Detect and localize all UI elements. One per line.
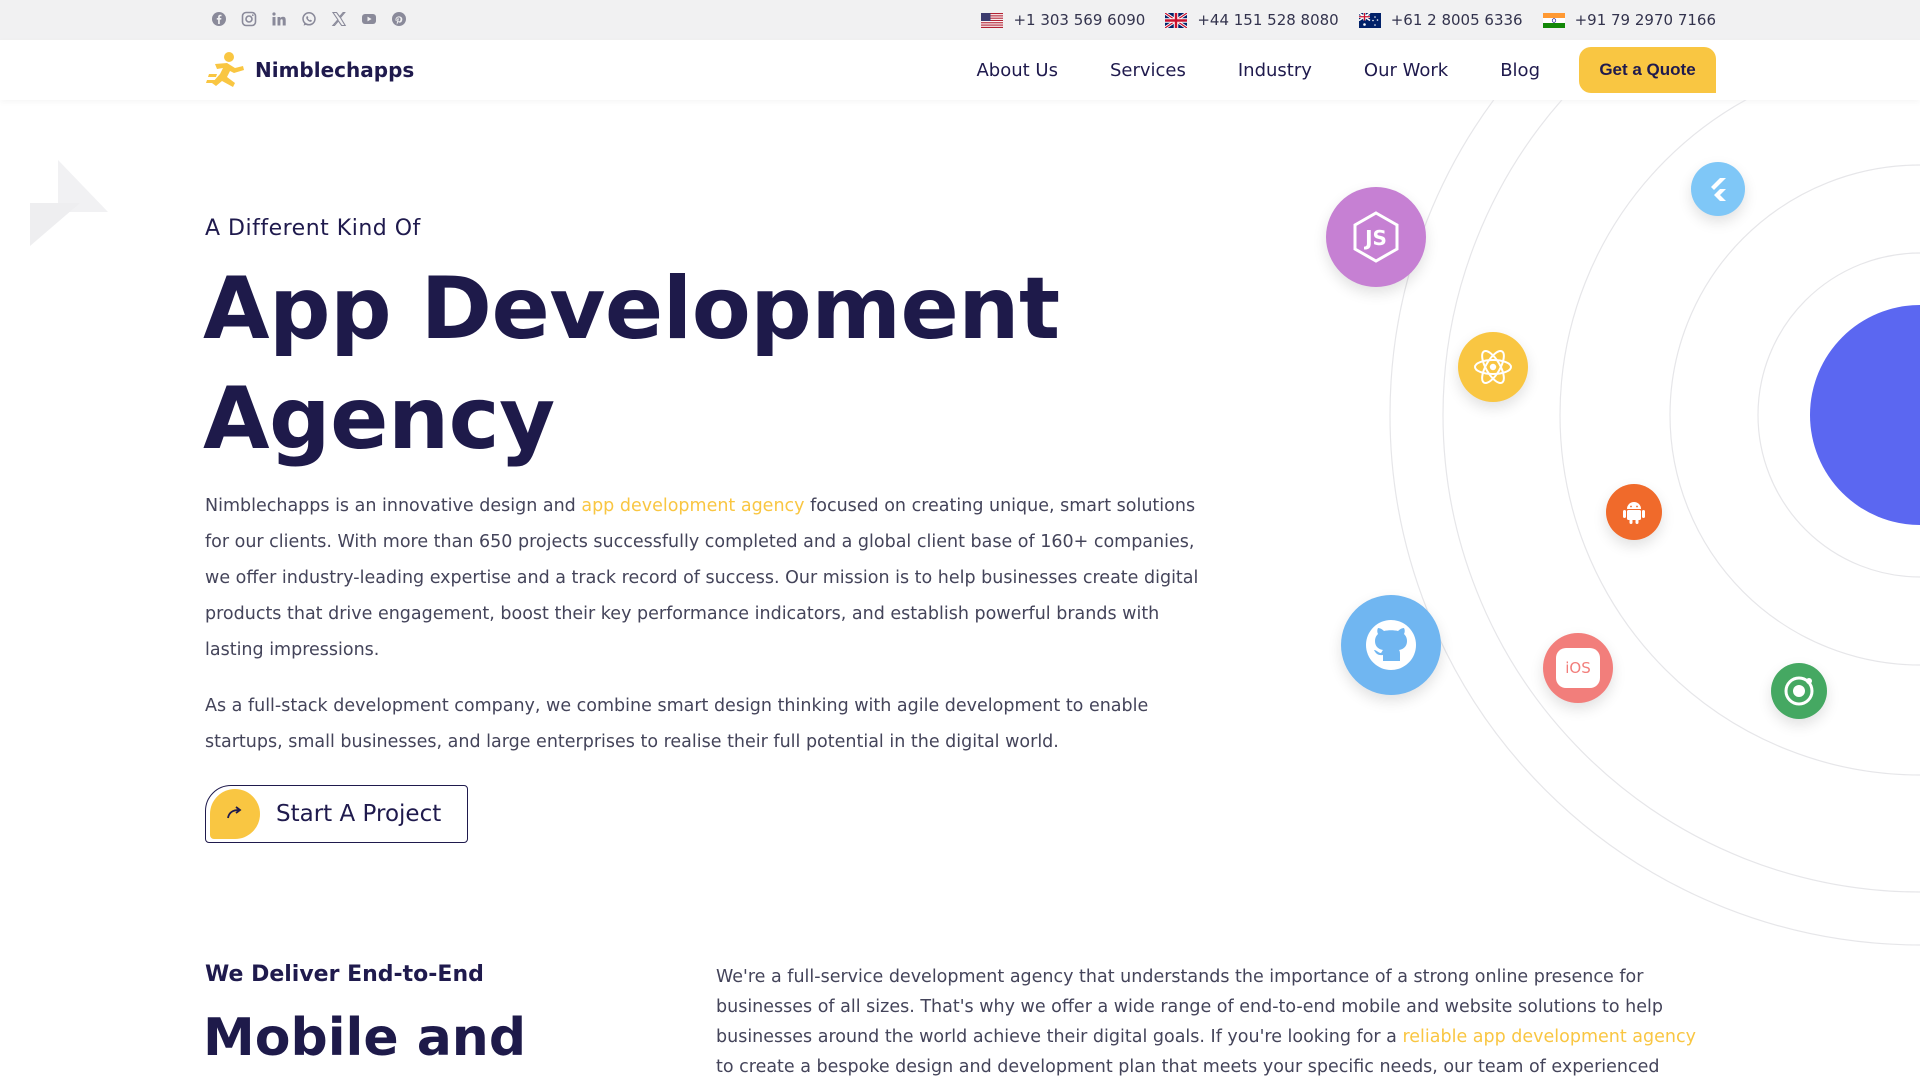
- para-text: to create a bespoke design and developme…: [716, 1057, 1660, 1077]
- flutter-icon: [1691, 162, 1745, 216]
- android-icon: [1606, 484, 1662, 540]
- nav-our-work[interactable]: Our Work: [1364, 60, 1448, 81]
- phone-us[interactable]: +1 303 569 6090: [981, 11, 1145, 29]
- para-text: Nimblechapps is an innovative design and: [205, 496, 582, 516]
- hero-secondary-paragraph: As a full-stack development company, we …: [205, 696, 1149, 752]
- hero-title-line2: Agency: [203, 369, 555, 469]
- nav-industry[interactable]: Industry: [1238, 60, 1312, 81]
- section2-paragraph: We're a full-service development agency …: [716, 962, 1716, 1080]
- nav-blog[interactable]: Blog: [1500, 60, 1540, 81]
- x-icon[interactable]: [330, 10, 348, 28]
- phone-list: +1 303 569 6090 +44 151 528 8080 +61 2 8…: [981, 0, 1716, 40]
- phone-number: +61 2 8005 6336: [1390, 11, 1523, 29]
- hero-intro-paragraph: Nimblechapps is an innovative design and…: [205, 488, 1215, 668]
- github-icon: [1341, 595, 1441, 695]
- facebook-icon[interactable]: [210, 10, 228, 28]
- start-a-project-button[interactable]: Start A Project: [205, 785, 468, 843]
- uk-flag-icon: [1165, 12, 1188, 28]
- phone-in[interactable]: +91 79 2970 7166: [1542, 11, 1716, 29]
- ios-icon: iOS: [1543, 633, 1613, 703]
- react-icon: [1458, 332, 1528, 402]
- hero-title: App Development Agency: [203, 254, 1103, 474]
- phone-number: +91 79 2970 7166: [1574, 11, 1716, 29]
- phone-uk[interactable]: +44 151 528 8080: [1165, 11, 1339, 29]
- phone-number: +1 303 569 6090: [1013, 11, 1146, 29]
- youtube-icon[interactable]: [360, 10, 378, 28]
- blue-planet: [1810, 305, 1920, 525]
- svg-text:JS: JS: [1363, 226, 1387, 250]
- au-flag-icon: [1358, 12, 1381, 28]
- section2-eyebrow: We Deliver End-to-End: [205, 962, 484, 987]
- reliable-app-development-agency-link[interactable]: reliable app development agency: [1402, 1027, 1696, 1047]
- main-nav: About Us Services Industry Our Work Blog: [976, 40, 1540, 100]
- phone-number: +44 151 528 8080: [1197, 11, 1339, 29]
- nav-about-us[interactable]: About Us: [976, 60, 1058, 81]
- whatsapp-icon[interactable]: [300, 10, 318, 28]
- logo[interactable]: Nimblechapps: [205, 50, 414, 90]
- hero-eyebrow: A Different Kind Of: [205, 216, 421, 241]
- ios-label: iOS: [1565, 659, 1591, 677]
- in-flag-icon: [1542, 12, 1565, 28]
- para-text: focused on creating unique, smart soluti…: [205, 496, 1199, 660]
- top-bar: +1 303 569 6090 +44 151 528 8080 +61 2 8…: [0, 0, 1920, 40]
- main-header: Nimblechapps About Us Services Industry …: [0, 40, 1920, 100]
- arrow-icon: [210, 789, 260, 839]
- social-links: [210, 10, 408, 28]
- us-flag-icon: [981, 12, 1004, 28]
- pinterest-icon[interactable]: [390, 10, 408, 28]
- running-man-logo-icon: [206, 52, 244, 87]
- tech-orbit-graphic: JS iOS: [1220, 100, 1920, 980]
- decorative-triangle-icon: [30, 160, 108, 246]
- phone-au[interactable]: +61 2 8005 6336: [1358, 11, 1523, 29]
- linkedin-icon[interactable]: [270, 10, 288, 28]
- start-a-project-label: Start A Project: [276, 801, 442, 827]
- nav-services[interactable]: Services: [1110, 60, 1186, 81]
- nodejs-icon: JS: [1326, 187, 1426, 287]
- get-a-quote-button[interactable]: Get a Quote: [1579, 47, 1716, 93]
- orbit-rings: [1389, 100, 1920, 946]
- section2-title: Mobile and: [203, 1008, 527, 1068]
- logo-text: Nimblechapps: [255, 58, 415, 82]
- hero-title-line1: App Development: [203, 259, 1060, 359]
- app-development-agency-link[interactable]: app development agency: [581, 496, 804, 516]
- ionic-icon: [1771, 663, 1827, 719]
- instagram-icon[interactable]: [240, 10, 258, 28]
